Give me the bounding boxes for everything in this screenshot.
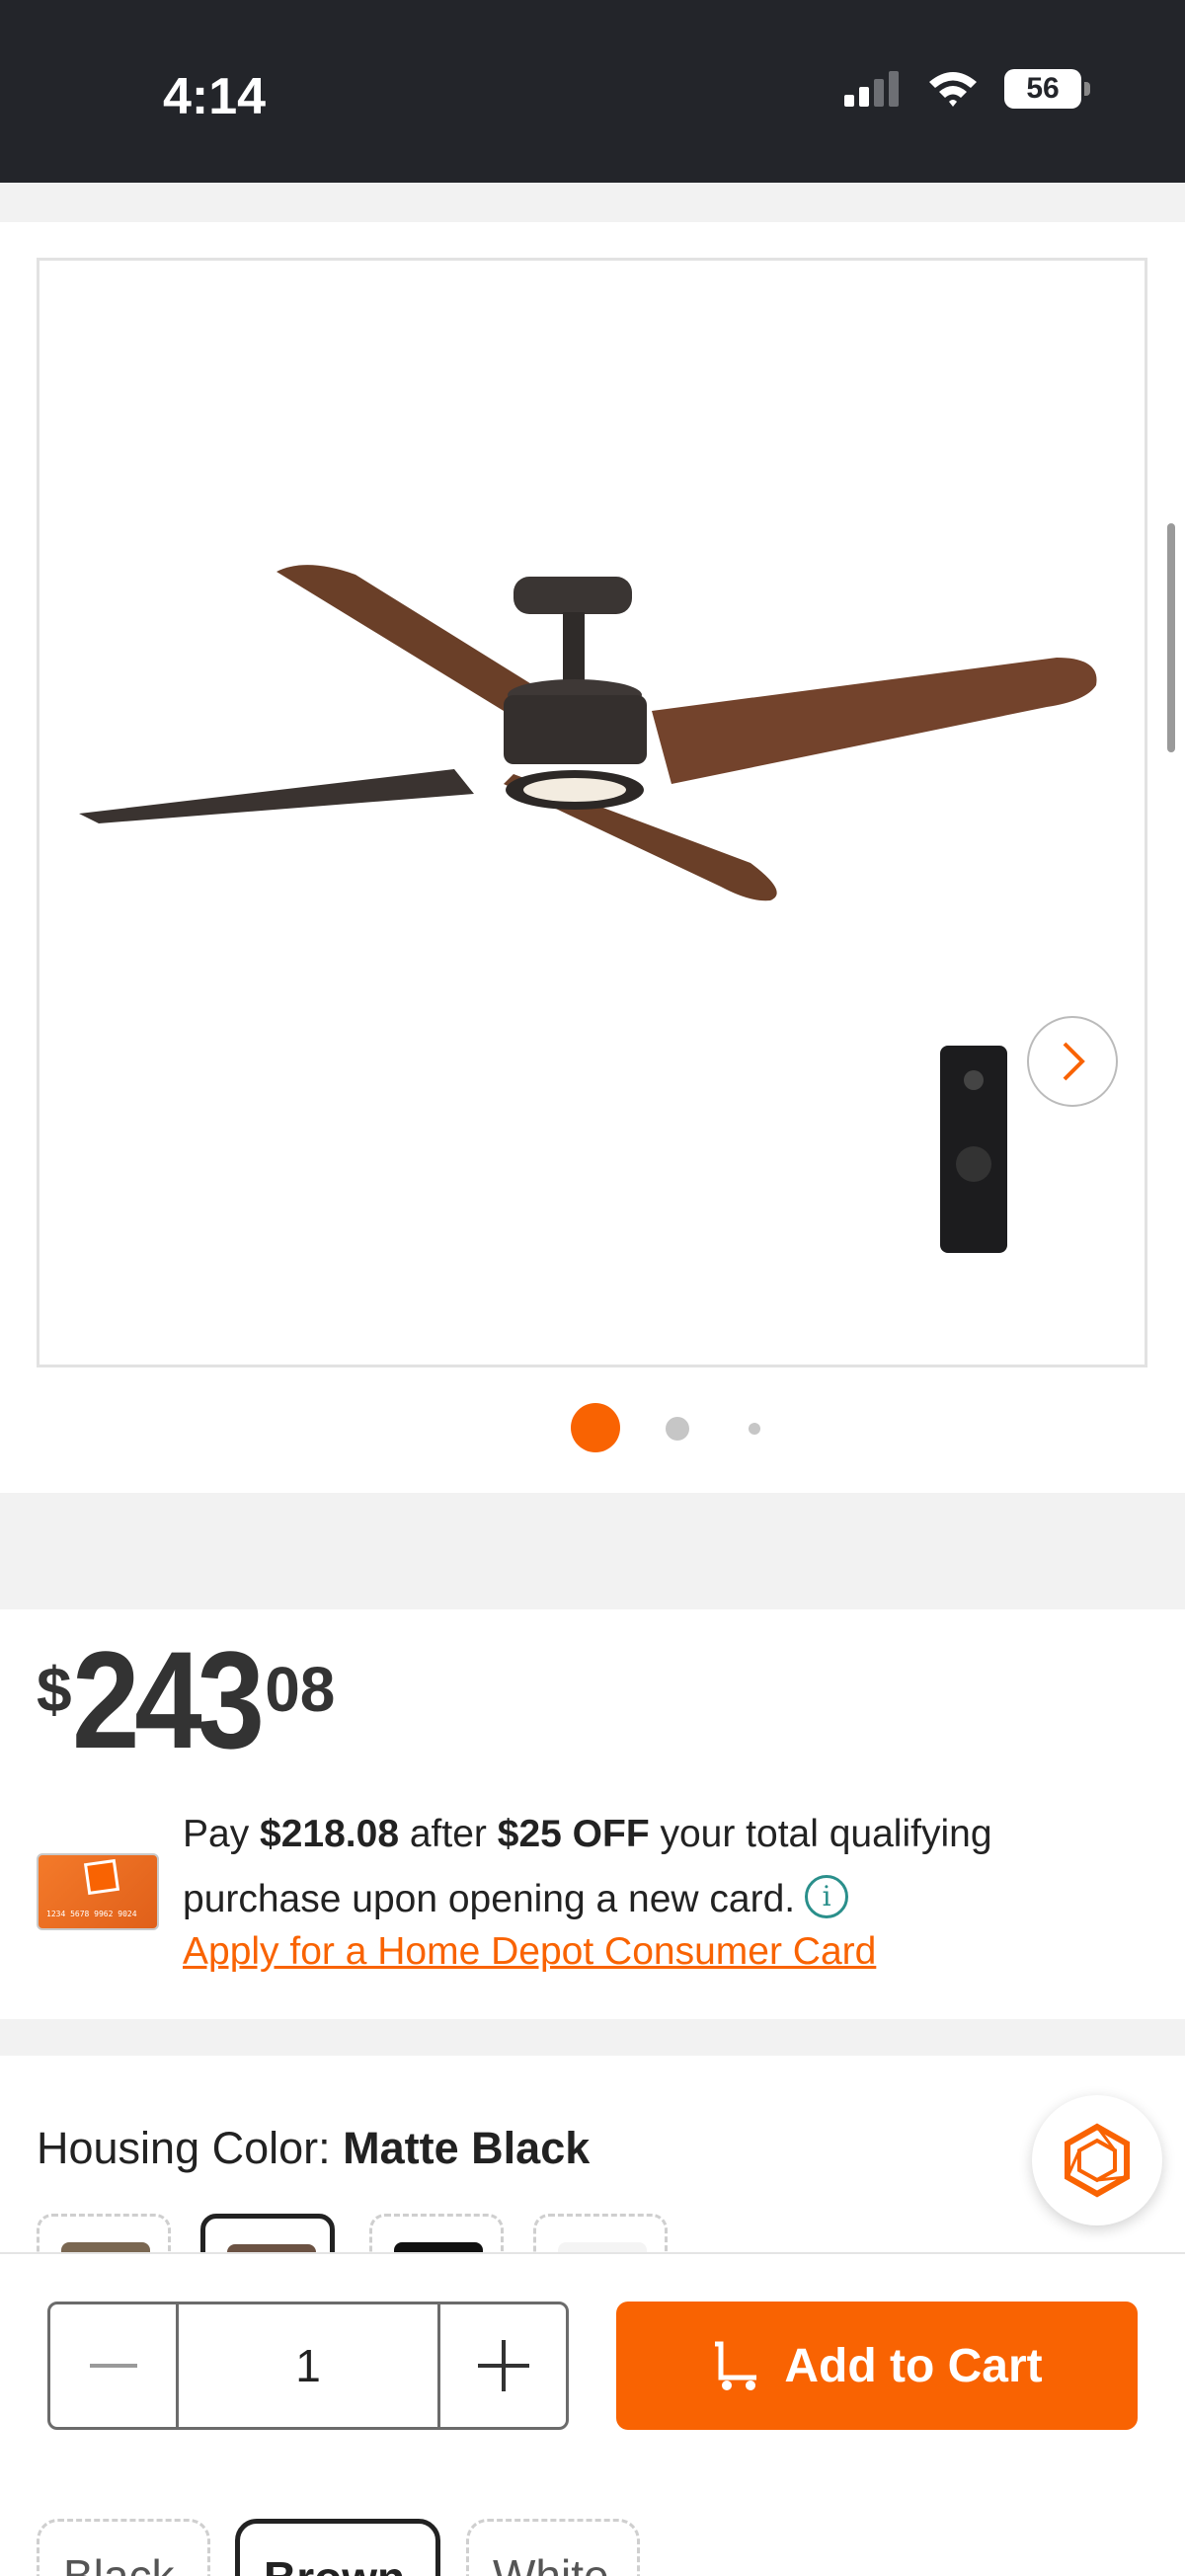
status-time: 4:14 <box>163 68 267 125</box>
status-bar: 4:14 56 <box>0 0 1185 183</box>
pagination-dot-1[interactable] <box>571 1403 620 1452</box>
housing-color-value: Matte Black <box>343 2123 591 2173</box>
scrollbar[interactable] <box>1167 523 1175 752</box>
product-gallery <box>0 222 1185 1493</box>
price-section: $ 243 08 1234 5678 9962 9024 Pay $218.08… <box>0 1609 1185 2019</box>
price-currency: $ <box>37 1654 72 1725</box>
product-image[interactable] <box>37 258 1147 1367</box>
next-image-button[interactable] <box>1027 1016 1118 1107</box>
blade-color-black[interactable]: Black <box>37 2519 210 2576</box>
card-promo-text: Pay $218.08 after $25 OFF your total qua… <box>183 1813 992 1920</box>
increase-quantity-button[interactable] <box>440 2304 566 2427</box>
home-depot-logo <box>83 1858 120 1896</box>
hexagon-logo-icon <box>1065 2123 1130 2198</box>
status-icons: 56 <box>842 69 1090 109</box>
cart-icon <box>715 2341 757 2390</box>
cellular-signal-icon <box>844 71 899 107</box>
add-to-cart-label: Add to Cart <box>784 2339 1043 2392</box>
plus-icon <box>477 2340 529 2391</box>
blade-color-white[interactable]: White <box>466 2519 640 2576</box>
ceiling-fan-image <box>79 565 1097 1253</box>
product-price: $ 243 08 <box>37 1631 335 1769</box>
price-dollars: 243 <box>71 1622 265 1777</box>
promo-discount: $25 OFF <box>497 1813 650 1855</box>
blade-color-brown[interactable]: Brown <box>235 2519 440 2576</box>
housing-color-label: Housing Color: Matte Black <box>37 2123 591 2173</box>
battery-icon: 56 <box>1004 69 1090 109</box>
quantity-input[interactable]: 1 <box>176 2304 440 2427</box>
wifi-icon <box>929 72 977 107</box>
pagination-dot-3[interactable] <box>749 1423 760 1435</box>
minus-icon <box>89 2364 137 2368</box>
add-to-cart-bar: 1 Add to Cart Black Brown White <box>0 2252 1185 2576</box>
card-number: 1234 5678 9962 9024 <box>46 1910 137 1918</box>
info-icon[interactable]: i <box>805 1875 849 1918</box>
add-to-cart-button[interactable]: Add to Cart <box>616 2302 1138 2430</box>
promo-amount: $218.08 <box>260 1813 400 1855</box>
credit-card-image: 1234 5678 9962 9024 <box>37 1853 159 1930</box>
pagination-dot-2[interactable] <box>666 1417 689 1441</box>
chevron-right-icon <box>1063 1042 1085 1081</box>
decrease-quantity-button[interactable] <box>50 2304 176 2427</box>
apply-card-link[interactable]: Apply for a Home Depot Consumer Card <box>183 1930 876 1974</box>
price-cents: 08 <box>265 1654 336 1725</box>
image-pagination <box>0 1403 1185 1462</box>
chat-assistant-button[interactable] <box>1032 2095 1162 2225</box>
quantity-stepper: 1 <box>47 2302 569 2430</box>
